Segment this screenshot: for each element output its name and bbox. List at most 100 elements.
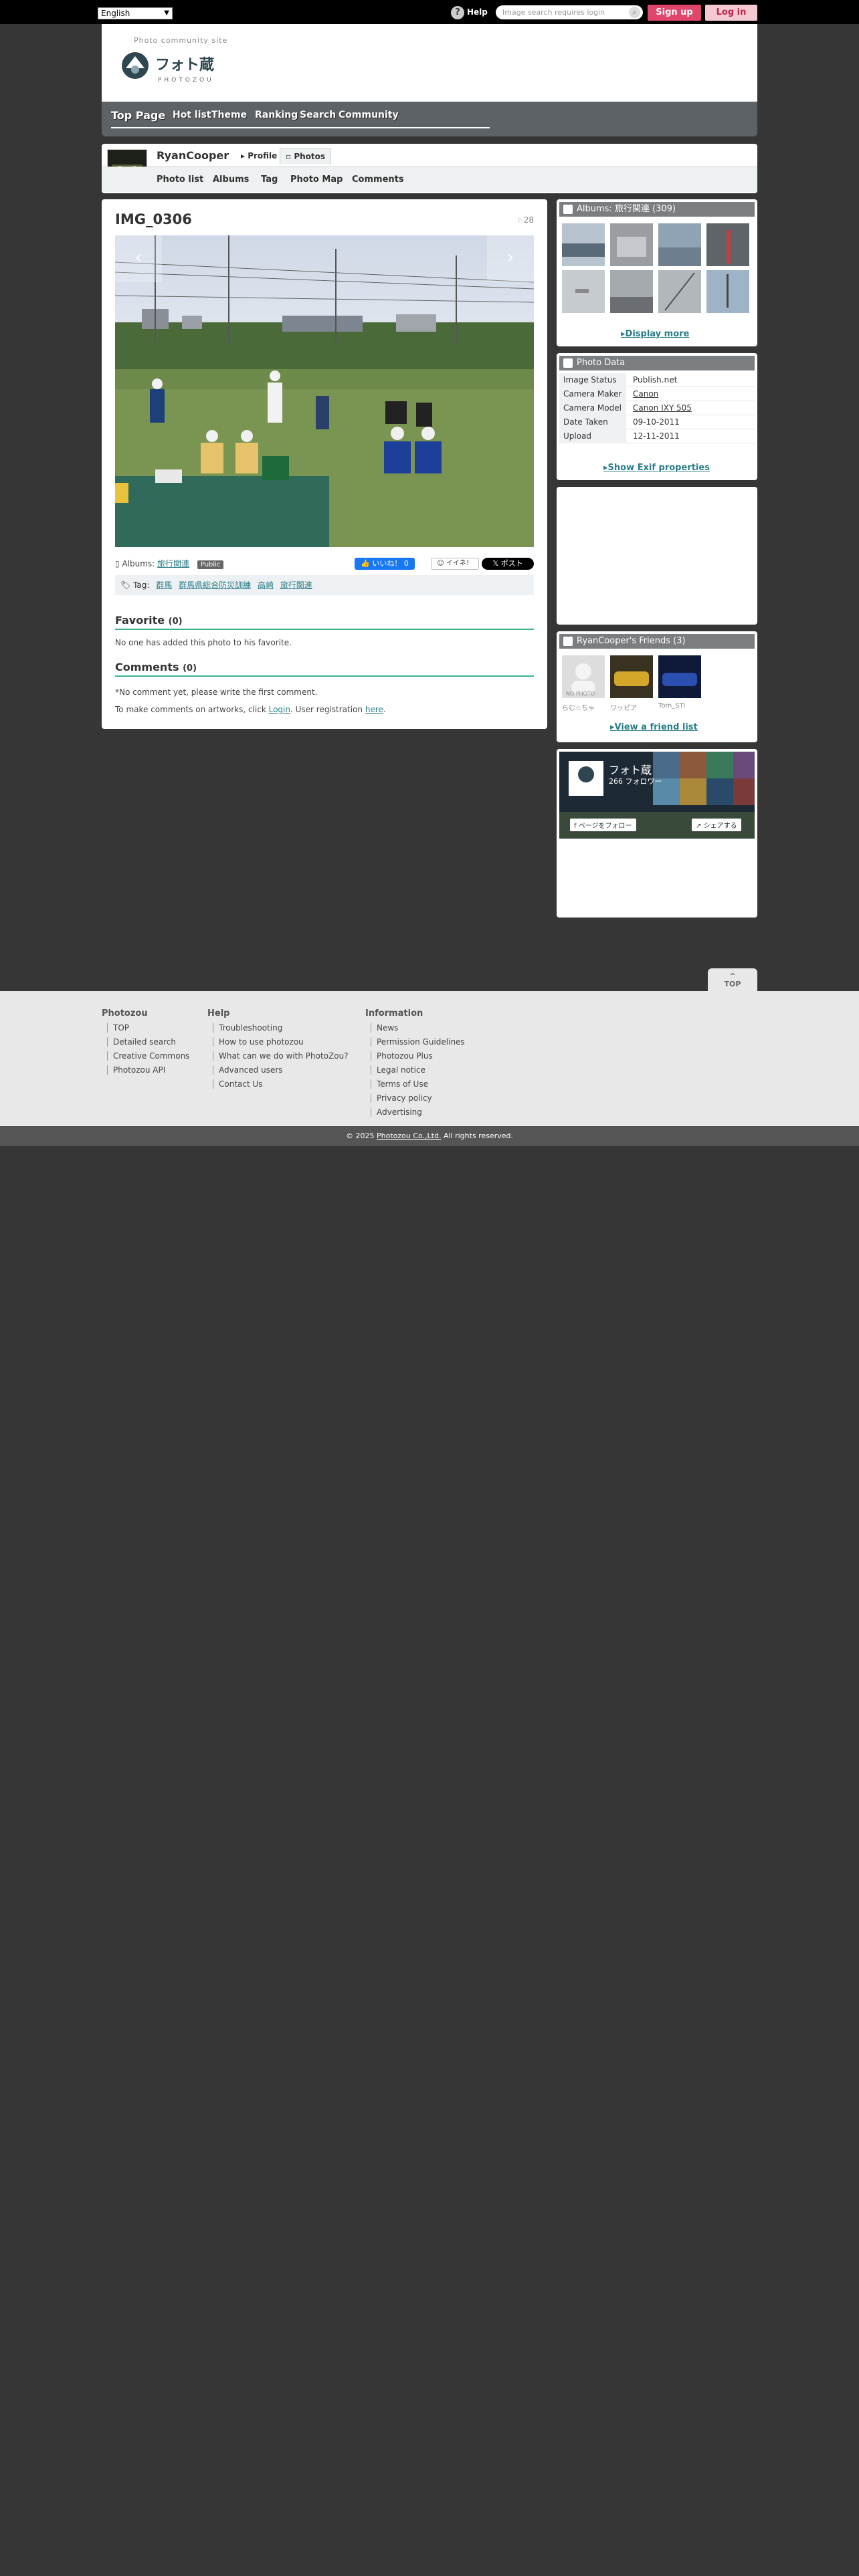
album-thumb[interactable] [706,270,749,313]
nav-community[interactable]: Community [339,110,399,120]
data-key: Camera Model [559,401,626,415]
album-thumb[interactable] [610,270,653,313]
login-button[interactable]: Log in [705,5,757,21]
album-line: ▯ Albums: 旅行関連 Public [115,558,224,569]
nav-hot-list[interactable]: Hot list [173,110,211,120]
friend-image [610,655,653,698]
album-thumb[interactable] [610,223,653,266]
footer-link[interactable]: Privacy policy [371,1093,432,1103]
tag-link[interactable]: 群馬県総合防災訓練 [179,580,251,590]
nav-ranking[interactable]: Ranking [255,110,298,120]
footer-link[interactable]: Contact Us [213,1079,263,1089]
footer: Photozou TOP Detailed search Creative Co… [0,991,859,1126]
facebook-follow-button[interactable]: f ページをフォロー [570,819,636,831]
views-value: 28 [523,215,534,225]
facebook-like-button[interactable]: 👍 いいね！ 0 [355,558,415,570]
footer-link[interactable]: Creative Commons [107,1051,189,1061]
back-to-top-button[interactable]: ^ TOP [708,968,757,992]
album-label: Albums: [122,559,155,568]
tab-photos[interactable]: ▫ Photos [280,148,332,165]
friend-avatar[interactable]: NO PHOTO [562,655,605,698]
friend-name[interactable]: ワッピア [610,702,637,712]
login-link[interactable]: Login [269,705,290,714]
subtab-albums[interactable]: Albums [213,175,249,185]
thumb-image [658,270,701,313]
footer-link[interactable]: Legal notice [371,1065,425,1075]
main-photo[interactable]: ‹ › [115,235,534,547]
album-thumb[interactable] [658,223,701,266]
album-thumb[interactable] [658,270,701,313]
x-post-button[interactable]: 𝕏 ポスト [482,558,534,570]
help-link[interactable]: ? Help [451,5,488,19]
tag-link[interactable]: 旅行関連 [280,580,312,590]
tab-photos-label: Photos [294,152,326,161]
subtab-tag[interactable]: Tag [261,175,278,185]
facebook-page-widget[interactable]: フォト蔵 266 フォロワー f ページをフォロー ↗ シェアする [559,752,755,839]
friend-name[interactable]: Tom_STi [658,702,685,710]
footer-link[interactable]: How to use photozou [213,1037,304,1047]
register-link[interactable]: here [365,705,383,714]
friend-name[interactable]: らむ☆ちゃ [562,702,595,712]
nav-top-page[interactable]: Top Page [111,109,165,122]
footer-link[interactable]: Detailed search [107,1037,176,1047]
search-icon[interactable]: ⌕ [629,7,640,18]
username[interactable]: RyanCooper [157,149,229,162]
show-exif-link[interactable]: ▸Show Exif properties [603,463,710,473]
site-logo[interactable]: フォト蔵 PHOTOZOU [119,47,240,87]
photo-title: IMG_0306 [115,211,192,227]
album-thumb[interactable] [706,223,749,266]
friend-avatar[interactable] [610,655,653,698]
camera-model-link[interactable]: Canon IXY 505 [633,401,692,415]
logo-jp: フォト蔵 [155,57,214,74]
footer-link[interactable]: News [371,1023,398,1033]
smile-icon: ☺ [437,560,444,567]
language-select[interactable]: English ▼ [98,7,173,19]
camera-maker-link[interactable]: Canon [633,387,658,401]
view-friend-list-link[interactable]: ▸View a friend list [610,722,698,732]
display-more-link[interactable]: ▸Display more [621,329,689,339]
data-value: 09-10-2011 [633,417,680,427]
friend-avatar[interactable] [658,655,701,698]
data-key: Camera Maker [559,387,626,401]
footer-link[interactable]: Photozou API [107,1065,165,1075]
friends-header: RyanCooper's Friends (3) [559,634,755,649]
subtab-photo-map[interactable]: Photo Map [290,175,343,185]
album-thumb[interactable] [562,223,605,266]
friends-box: RyanCooper's Friends (3) NO PHOTO らむ☆ちゃ … [557,631,757,742]
thumb-image [562,270,605,313]
nav-theme[interactable]: Theme [211,110,247,120]
facebook-share-button[interactable]: ↗ シェアする [692,819,741,831]
show-exif-label: Show Exif properties [607,463,710,473]
album-box-title[interactable]: Albums: 旅行関連 (309) [577,204,676,214]
album-link[interactable]: 旅行関連 [157,559,189,568]
search-input[interactable]: Image search requires login ⌕ [496,5,643,19]
album-thumb[interactable] [562,270,605,313]
iine-label: イイネ！ [446,560,473,567]
facebook-like-label: いいね！ 0 [372,559,409,568]
footer-link[interactable]: Advanced users [213,1065,283,1075]
tab-profile[interactable]: ▸ Profile [235,148,282,165]
tag-link[interactable]: 群馬 [156,580,172,590]
tag-link[interactable]: 高崎 [258,580,274,590]
footer-link[interactable]: Photozou Plus [371,1051,433,1061]
facebook-follow-label: ページをフォロー [578,823,632,830]
tag-label: Tag: [133,580,150,590]
subtab-photo-list[interactable]: Photo list [157,175,203,185]
footer-link[interactable]: Troubleshooting [213,1023,282,1033]
no-photo-label: NO PHOTO [566,691,595,697]
company-link[interactable]: Photozou Co.,Ltd. [377,1132,441,1140]
footer-link[interactable]: Permission Guidelines [371,1037,465,1047]
footer-link[interactable]: TOP [107,1023,129,1033]
nav-search[interactable]: Search [300,110,336,120]
footer-link[interactable]: What can we do with PhotoZou? [213,1051,349,1061]
prev-photo-button[interactable]: ‹ [115,235,162,282]
subtab-comments[interactable]: Comments [352,175,404,185]
iine-button[interactable]: ☺ イイネ！ [431,558,479,570]
comments-heading: Comments (0) [115,661,197,673]
next-photo-button[interactable]: › [487,235,534,282]
signup-button[interactable]: Sign up [648,5,701,21]
footer-link[interactable]: Terms of Use [371,1079,428,1089]
footer-link[interactable]: Advertising [371,1107,422,1117]
tag-icon: 🏷 [120,580,131,590]
data-value: Publish.net [633,375,678,385]
